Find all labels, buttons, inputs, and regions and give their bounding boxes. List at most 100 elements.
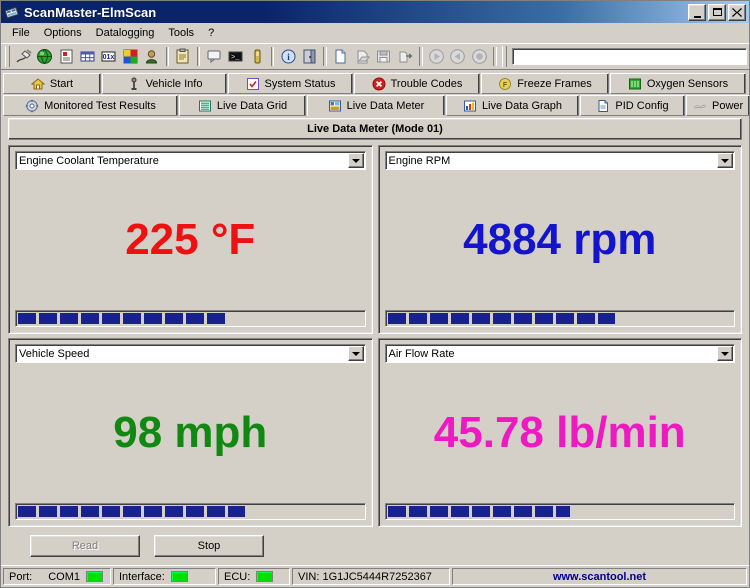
tool-bar: 01x >_ i — [1, 43, 749, 70]
window-controls — [688, 3, 746, 21]
info-icon[interactable]: i — [278, 46, 297, 68]
dtc-icon[interactable]: 01x — [99, 46, 118, 68]
main-content: Live Data Meter (Mode 01) Engine Coolant… — [8, 118, 742, 565]
pid-select-value: Engine RPM — [388, 154, 451, 167]
chevron-down-icon[interactable] — [717, 153, 733, 168]
maximize-button[interactable] — [708, 3, 726, 21]
status-interface: Interface: — [113, 568, 216, 585]
menu-tools[interactable]: Tools — [161, 25, 201, 41]
tab-power[interactable]: Power — [686, 95, 750, 116]
tab-live-data-meter[interactable]: Live Data Meter — [307, 95, 445, 116]
grid-icon[interactable] — [78, 46, 97, 68]
vin-value: VIN: 1G1JC5444R7252367 — [298, 570, 432, 583]
tab-vehicle-info[interactable]: Vehicle Info — [102, 73, 227, 94]
svg-text:>_: >_ — [231, 54, 240, 62]
new-file-icon[interactable] — [331, 46, 350, 68]
gauge-bar — [15, 310, 366, 327]
vehicle-info-icon[interactable] — [56, 46, 75, 68]
chevron-down-icon[interactable] — [717, 346, 733, 361]
tab-label: System Status — [264, 77, 336, 90]
menu-datalogging[interactable]: Datalogging — [89, 25, 162, 41]
tab-bar: Start Vehicle Info System Status Trouble… — [1, 70, 750, 116]
tab-label: Oxygen Sensors — [646, 77, 729, 90]
tab-oxygen-sensors[interactable]: Oxygen Sensors — [610, 73, 746, 94]
toolbar-grip[interactable] — [5, 46, 11, 67]
toolbar-separator — [492, 47, 497, 66]
panel-title: Live Data Meter (Mode 01) — [8, 118, 742, 140]
chevron-down-icon[interactable] — [347, 346, 364, 361]
pid-select-air-flow-rate[interactable]: Air Flow Rate — [384, 344, 735, 363]
gear-icon — [25, 99, 39, 113]
clipboard-icon[interactable] — [173, 46, 192, 68]
tab-start[interactable]: Start — [3, 73, 101, 94]
freeze-icon: F — [498, 77, 512, 91]
list-icon — [198, 99, 212, 113]
gauge-grid: Engine Coolant Temperature 225 °F Engine… — [8, 145, 742, 527]
toolbar-separator — [270, 47, 275, 66]
tab-row-1: Start Vehicle Info System Status Trouble… — [3, 73, 747, 94]
port-label: Port: — [9, 570, 33, 583]
command-input[interactable] — [511, 48, 747, 65]
minimize-button[interactable] — [688, 3, 706, 21]
interface-led-icon — [170, 571, 188, 582]
toolbar-separator — [165, 47, 170, 66]
terminal-window-icon[interactable] — [204, 46, 223, 68]
menu-options[interactable]: Options — [37, 25, 89, 41]
save-icon[interactable] — [374, 46, 393, 68]
oxygen-sensor-icon[interactable] — [142, 46, 161, 68]
gauge-value: 98 mph — [113, 408, 268, 457]
app-scanner-icon — [4, 4, 20, 20]
device-icon[interactable] — [247, 46, 266, 68]
tab-label: PID Config — [615, 99, 669, 112]
gauge-bar-fill — [387, 506, 571, 517]
chevron-down-icon[interactable] — [347, 153, 364, 168]
menu-help[interactable]: ? — [201, 25, 221, 41]
tab-live-data-grid[interactable]: Live Data Grid — [179, 95, 306, 116]
connect-icon[interactable] — [13, 46, 32, 68]
gauge-panel-coolant-temperature: Engine Coolant Temperature 225 °F — [8, 145, 373, 334]
globe-icon[interactable] — [35, 46, 54, 68]
ecu-led-icon — [256, 571, 274, 582]
tab-system-status[interactable]: System Status — [228, 73, 353, 94]
tab-trouble-codes[interactable]: Trouble Codes — [354, 73, 480, 94]
pid-select-vehicle-speed[interactable]: Vehicle Speed — [15, 344, 366, 363]
tab-label: Live Data Graph — [481, 99, 563, 112]
console-icon[interactable]: >_ — [226, 46, 245, 68]
pid-select-value: Engine Coolant Temperature — [19, 154, 159, 167]
toolbar-separator — [196, 47, 201, 66]
play-icon[interactable] — [427, 46, 446, 68]
gauge-panel-air-flow-rate: Air Flow Rate 45.78 lb/min — [377, 338, 742, 527]
gauge-panel-engine-rpm: Engine RPM 4884 rpm — [377, 145, 742, 334]
tab-label: Live Data Grid — [216, 99, 288, 112]
tab-live-data-graph[interactable]: Live Data Graph — [446, 95, 579, 116]
export-icon[interactable] — [395, 46, 414, 68]
toolbar-separator — [418, 47, 423, 66]
status-icon — [246, 77, 260, 91]
close-button[interactable] — [728, 3, 746, 21]
menu-file[interactable]: File — [5, 25, 37, 41]
pid-select-engine-rpm[interactable]: Engine RPM — [384, 151, 735, 170]
status-vin: VIN: 1G1JC5444R7252367 — [292, 568, 450, 585]
error-icon — [372, 77, 386, 91]
status-port: Port: COM1 — [3, 568, 111, 585]
tab-pid-config[interactable]: PID Config — [580, 95, 685, 116]
tab-row-2: Monitored Test Results Live Data Grid Li… — [3, 95, 750, 116]
gauge-value: 225 °F — [125, 215, 256, 264]
gauge-panel-vehicle-speed: Vehicle Speed 98 mph — [8, 338, 373, 527]
pid-select-coolant-temperature[interactable]: Engine Coolant Temperature — [15, 151, 366, 170]
meter-icon — [328, 99, 342, 113]
exit-icon[interactable] — [300, 46, 319, 68]
chart-icon[interactable] — [121, 46, 140, 68]
pause-icon[interactable] — [448, 46, 467, 68]
tab-freeze-frames[interactable]: F Freeze Frames — [481, 73, 609, 94]
graph-icon — [463, 99, 477, 113]
status-bar: Port: COM1 Interface: ECU: VIN: 1G1JC544… — [1, 565, 749, 587]
status-url-link[interactable]: www.scantool.net — [452, 568, 747, 585]
tab-monitored-test-results[interactable]: Monitored Test Results — [3, 95, 178, 116]
stop-record-icon[interactable] — [469, 46, 488, 68]
open-file-icon[interactable] — [352, 46, 371, 68]
pid-select-value: Vehicle Speed — [19, 347, 90, 360]
toolbar-grip-2[interactable] — [501, 46, 507, 67]
read-button[interactable]: Read — [30, 535, 140, 557]
stop-button[interactable]: Stop — [154, 535, 264, 557]
